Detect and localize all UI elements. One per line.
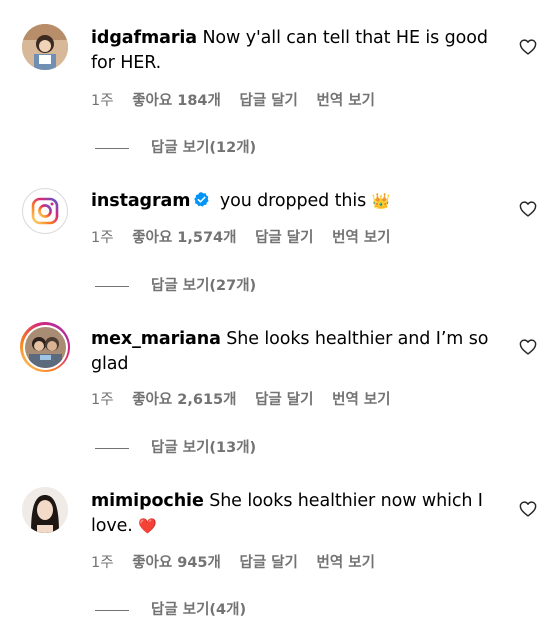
comment-meta: 1주 좋아요 184개 답글 달기 번역 보기 (91, 89, 389, 110)
comment-time[interactable]: 1주 (91, 230, 114, 246)
comment-body: idgafmaria Now y'all can tell that HE is… (91, 26, 501, 76)
comment-likes[interactable]: 좋아요 1,574개 (132, 230, 236, 246)
comment-likes[interactable]: 좋아요 184개 (132, 93, 221, 109)
comment-meta: 1주 좋아요 945개 답글 달기 번역 보기 (91, 551, 389, 572)
heart-outline-icon[interactable] (519, 39, 537, 55)
reply-button[interactable]: 답글 달기 (255, 392, 313, 408)
view-replies-button[interactable]: 답글 보기(12개) (95, 136, 256, 157)
avatar[interactable] (22, 487, 68, 533)
comment-username[interactable]: instagram (91, 191, 190, 211)
replies-divider (95, 147, 129, 149)
view-replies-label[interactable]: 답글 보기(4개) (151, 602, 246, 618)
red-heart-emoji: ❤️ (138, 517, 157, 535)
reply-button[interactable]: 답글 달기 (239, 93, 297, 109)
comment-time[interactable]: 1주 (91, 555, 114, 571)
instagram-logo-icon (31, 197, 59, 225)
replies-divider (95, 609, 129, 611)
comment-username[interactable]: mex_mariana (91, 329, 221, 349)
comment-likes[interactable]: 좋아요 945개 (132, 555, 221, 571)
comment-body: instagram you dropped this 👑 (91, 189, 501, 214)
comment-body: mex_mariana She looks healthier and I’m … (91, 327, 501, 377)
translate-button[interactable]: 번역 보기 (317, 555, 375, 571)
translate-button[interactable]: 번역 보기 (332, 392, 390, 408)
comment-meta: 1주 좋아요 2,615개 답글 달기 번역 보기 (91, 388, 405, 409)
avatar[interactable] (22, 24, 68, 70)
view-replies-button[interactable]: 답글 보기(4개) (95, 598, 246, 619)
comment-meta: 1주 좋아요 1,574개 답글 달기 번역 보기 (91, 226, 405, 247)
user-photo-icon (24, 326, 66, 368)
view-replies-label[interactable]: 답글 보기(12개) (151, 140, 256, 156)
view-replies-label[interactable]: 답글 보기(27개) (151, 278, 256, 294)
replies-divider (95, 285, 129, 287)
user-photo-icon (22, 487, 68, 533)
translate-button[interactable]: 번역 보기 (332, 230, 390, 246)
comment-list: idgafmaria Now y'all can tell that HE is… (0, 0, 555, 640)
avatar[interactable] (22, 188, 68, 234)
reply-button[interactable]: 답글 달기 (255, 230, 313, 246)
view-replies-button[interactable]: 답글 보기(27개) (95, 274, 256, 295)
user-photo-icon (22, 24, 68, 70)
view-replies-button[interactable]: 답글 보기(13개) (95, 436, 256, 457)
verified-badge-icon (194, 192, 209, 207)
comment-username[interactable]: mimipochie (91, 491, 204, 511)
translate-button[interactable]: 번역 보기 (317, 93, 375, 109)
replies-divider (95, 447, 129, 449)
heart-outline-icon[interactable] (519, 501, 537, 517)
avatar-story-ring[interactable] (20, 322, 70, 372)
comment-time[interactable]: 1주 (91, 392, 114, 408)
view-replies-label[interactable]: 답글 보기(13개) (151, 440, 256, 456)
comment-time[interactable]: 1주 (91, 93, 114, 109)
heart-outline-icon[interactable] (519, 201, 537, 217)
comment-username[interactable]: idgafmaria (91, 28, 197, 48)
reply-button[interactable]: 답글 달기 (239, 555, 297, 571)
heart-outline-icon[interactable] (519, 339, 537, 355)
comment-body: mimipochie She looks healthier now which… (91, 489, 501, 539)
comment-likes[interactable]: 좋아요 2,615개 (132, 392, 236, 408)
crown-emoji: 👑 (371, 192, 391, 210)
comment-text: you dropped this (219, 191, 367, 211)
